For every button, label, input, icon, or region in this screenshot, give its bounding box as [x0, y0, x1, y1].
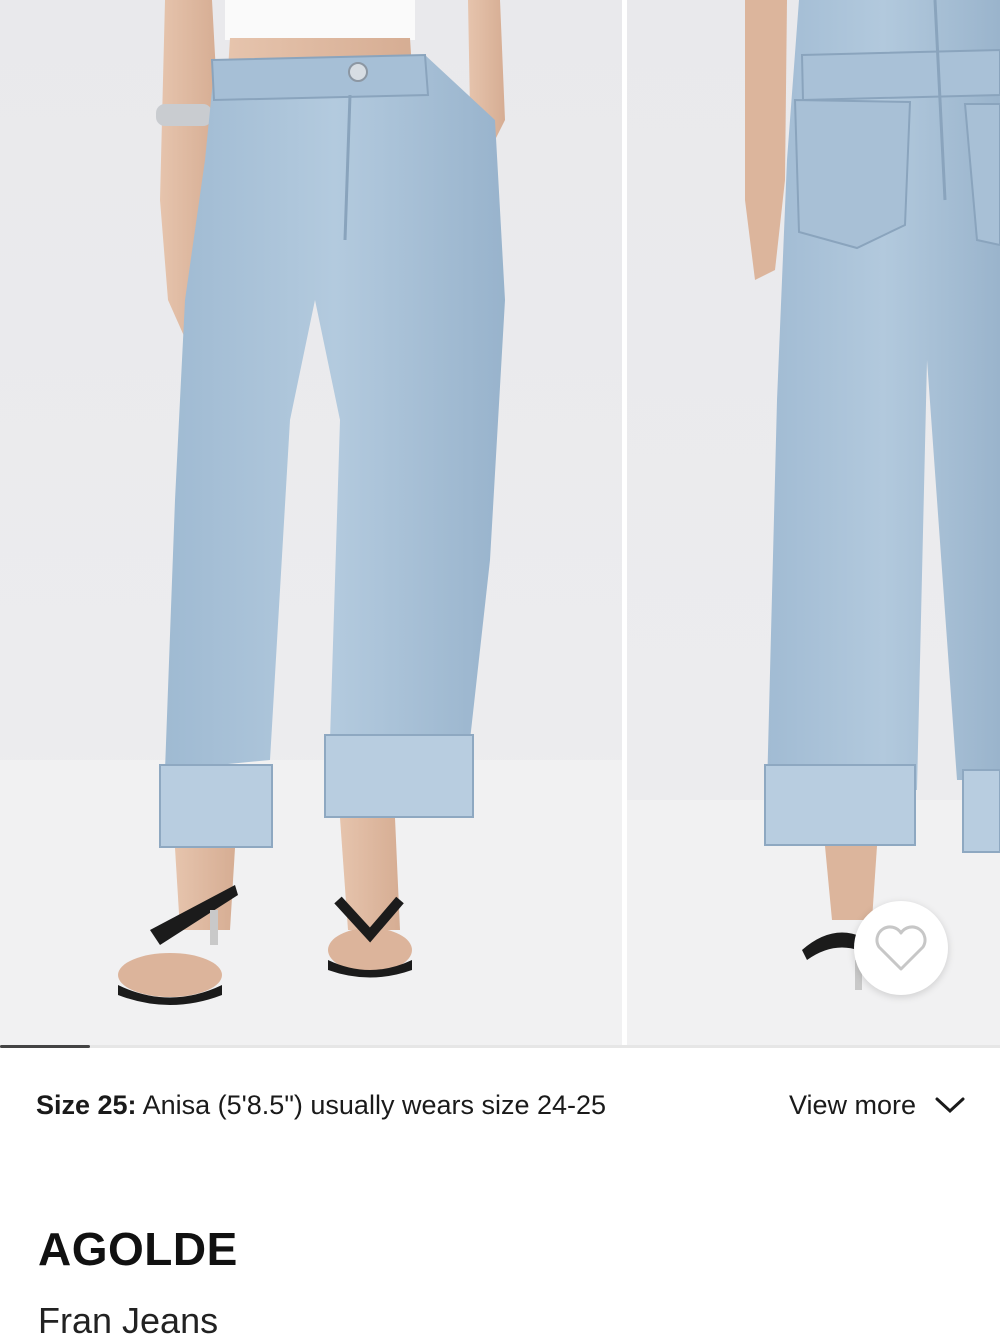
- chevron-down-icon: [935, 1097, 965, 1114]
- wishlist-button[interactable]: [854, 901, 948, 995]
- product-image-gallery[interactable]: [0, 0, 1000, 1048]
- model-fit-info: Size 25: Anisa (5'8.5") usually wears si…: [36, 1083, 966, 1127]
- product-image-front[interactable]: [0, 0, 622, 1046]
- brand-name[interactable]: AGOLDE: [38, 1222, 238, 1276]
- product-image-back[interactable]: [627, 0, 1000, 1046]
- view-more-label: View more: [788, 1089, 916, 1120]
- model-fit-text: Size 25: Anisa (5'8.5") usually wears si…: [36, 1090, 606, 1121]
- size-label: Size 25:: [36, 1089, 137, 1120]
- model-fit-description: Anisa (5'8.5") usually wears size 24-25: [142, 1089, 607, 1120]
- heart-icon: [875, 925, 927, 971]
- gallery-progress-indicator: [0, 1045, 90, 1048]
- view-more-button[interactable]: View more: [789, 1090, 966, 1121]
- gallery-progress-bar: [0, 1045, 1000, 1048]
- product-name: Fran Jeans: [38, 1300, 219, 1341]
